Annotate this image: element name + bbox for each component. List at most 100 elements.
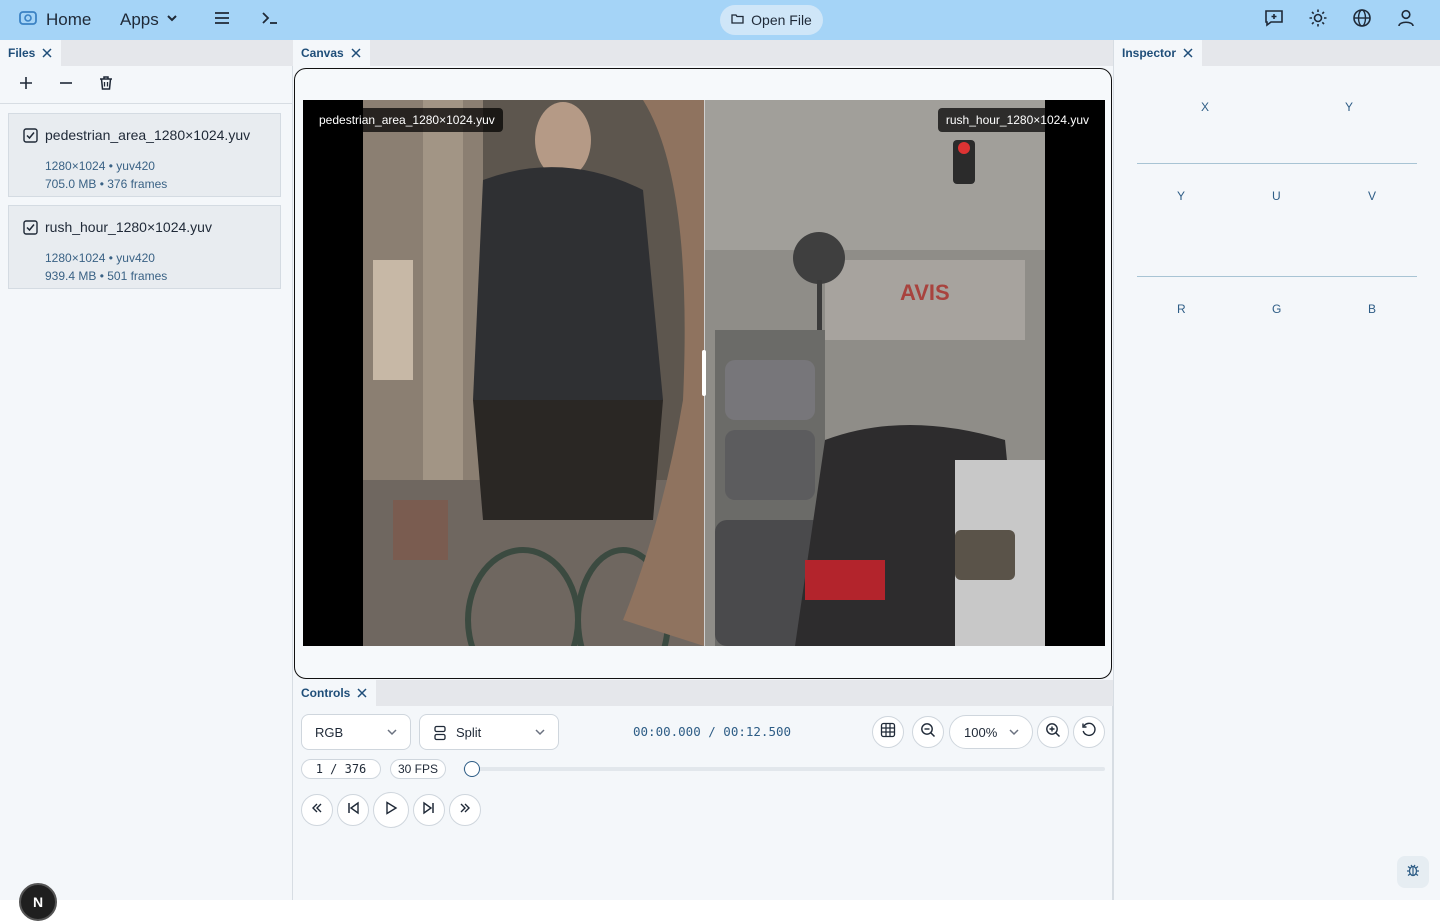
- files-panel: Files pedestrian_area_1280×1024.yuv 1280…: [0, 40, 293, 921]
- trash-icon: [98, 75, 114, 96]
- divider: [1137, 163, 1417, 164]
- rotate-ccw-icon: [1081, 722, 1097, 743]
- zoom-in-icon: [1045, 722, 1061, 743]
- frame-counter[interactable]: 1 / 376: [301, 759, 381, 779]
- timeline-slider-thumb[interactable]: [464, 761, 480, 777]
- tab-controls[interactable]: Controls: [293, 680, 377, 706]
- hamburger-icon: [213, 10, 231, 31]
- svg-text:AVIS: AVIS: [900, 280, 950, 305]
- divider: [1137, 276, 1417, 277]
- tab-inspector[interactable]: Inspector: [1114, 40, 1203, 66]
- controls-tab-title: Controls: [301, 686, 351, 700]
- timeline-slider[interactable]: [463, 767, 1105, 771]
- yuv-y-label: Y: [1177, 189, 1186, 203]
- play-button[interactable]: [373, 792, 409, 828]
- yuv-u-label: U: [1272, 189, 1281, 203]
- home-label: Home: [46, 10, 92, 29]
- plus-icon: [19, 76, 33, 95]
- apps-label: Apps: [120, 10, 159, 29]
- terminal-button[interactable]: [258, 8, 282, 32]
- inspector-tabstrip: Inspector: [1114, 40, 1440, 66]
- folder-open-icon: [731, 12, 745, 28]
- video-viewer[interactable]: AVIS pedestrian_area_1280×1024.yuv rush_…: [303, 100, 1105, 646]
- left-file-label: pedestrian_area_1280×1024.yuv: [311, 108, 503, 132]
- terminal-icon: [261, 10, 279, 31]
- split-view-icon: [433, 725, 447, 744]
- menu-button[interactable]: [210, 8, 234, 32]
- canvas-frame: AVIS pedestrian_area_1280×1024.yuv rush_…: [294, 68, 1112, 679]
- fps-display[interactable]: 30 FPS: [390, 759, 446, 779]
- apps-menu-button[interactable]: Apps: [120, 8, 179, 32]
- color-mode-select[interactable]: RGB: [301, 714, 411, 750]
- view-mode-value: Split: [456, 724, 482, 740]
- file-item[interactable]: rush_hour_1280×1024.yuv 1280×1024 • yuv4…: [8, 205, 281, 289]
- zoom-in-button[interactable]: [1037, 716, 1069, 748]
- chevron-down-icon: [534, 726, 546, 741]
- controls-tabstrip: Controls: [293, 680, 1113, 706]
- open-file-label: Open File: [751, 12, 812, 28]
- remove-file-button[interactable]: [56, 75, 76, 95]
- checkbox-checked-icon[interactable]: [23, 220, 38, 235]
- file-name: pedestrian_area_1280×1024.yuv: [45, 127, 251, 143]
- coord-y-label: Y: [1345, 100, 1354, 114]
- chevron-down-icon: [1008, 726, 1020, 741]
- chevrons-right-icon: [458, 801, 472, 820]
- file-format: 1280×1024 • yuv420: [45, 251, 155, 265]
- right-file-label: rush_hour_1280×1024.yuv: [937, 108, 1097, 132]
- theme-toggle-button[interactable]: [1306, 8, 1330, 32]
- language-button[interactable]: [1350, 8, 1374, 32]
- add-file-button[interactable]: [16, 75, 36, 95]
- chevron-down-icon: [386, 726, 398, 741]
- rgb-r-label: R: [1177, 302, 1186, 316]
- jump-to-start-button[interactable]: [301, 794, 333, 826]
- file-item[interactable]: pedestrian_area_1280×1024.yuv 1280×1024 …: [8, 113, 281, 197]
- avatar[interactable]: N: [19, 883, 57, 921]
- close-icon[interactable]: [1182, 47, 1194, 59]
- zoom-out-button[interactable]: [912, 716, 944, 748]
- controls-panel: Controls RGB Split 00:00.000 / 00:12.500: [293, 680, 1113, 900]
- rgb-b-label: B: [1368, 302, 1377, 316]
- view-mode-select[interactable]: Split: [419, 714, 559, 750]
- canvas-tab-title: Canvas: [301, 46, 344, 60]
- bug-icon: [1405, 862, 1421, 883]
- account-button[interactable]: [1394, 8, 1418, 32]
- chevrons-left-icon: [310, 801, 324, 820]
- close-icon[interactable]: [356, 687, 368, 699]
- grid-toggle-button[interactable]: [872, 716, 904, 748]
- previous-frame-button[interactable]: [337, 794, 369, 826]
- open-file-button[interactable]: Open File: [720, 5, 823, 35]
- right-video-frame: AVIS: [705, 100, 1045, 646]
- home-link[interactable]: Home: [18, 8, 91, 32]
- reset-view-button[interactable]: [1073, 716, 1105, 748]
- zoom-out-icon: [920, 722, 936, 743]
- canvas-tabstrip: Canvas: [293, 40, 1113, 66]
- checkbox-checked-icon[interactable]: [23, 128, 38, 143]
- file-size: 939.4 MB • 501 frames: [45, 269, 168, 283]
- skip-forward-icon: [422, 801, 436, 820]
- close-icon[interactable]: [350, 47, 362, 59]
- tab-canvas[interactable]: Canvas: [293, 40, 370, 66]
- globe-icon: [1352, 8, 1372, 33]
- file-size: 705.0 MB • 376 frames: [45, 177, 168, 191]
- tab-files[interactable]: Files: [0, 40, 62, 66]
- rgb-g-label: G: [1272, 302, 1282, 316]
- sun-icon: [1308, 8, 1328, 33]
- split-drag-handle[interactable]: [702, 350, 706, 396]
- feedback-button[interactable]: [1262, 8, 1286, 32]
- file-name: rush_hour_1280×1024.yuv: [45, 219, 212, 235]
- canvas-panel: Canvas AVIS pedestrian_area_1280×1024.yu…: [293, 40, 1113, 680]
- delete-all-button[interactable]: [96, 75, 116, 95]
- skip-back-icon: [346, 801, 360, 820]
- app-logo-icon: [18, 8, 38, 33]
- play-icon: [384, 800, 398, 820]
- top-bar: Home Apps Open File: [0, 0, 1440, 40]
- close-icon[interactable]: [41, 47, 53, 59]
- jump-to-end-button[interactable]: [449, 794, 481, 826]
- next-frame-button[interactable]: [413, 794, 445, 826]
- zoom-select[interactable]: 100%: [949, 715, 1033, 749]
- minus-icon: [59, 76, 73, 95]
- inspector-panel: Inspector X Y Y U V R G B: [1113, 40, 1440, 900]
- files-tab-title: Files: [8, 46, 36, 60]
- debug-button[interactable]: [1397, 856, 1429, 888]
- yuv-v-label: V: [1368, 189, 1377, 203]
